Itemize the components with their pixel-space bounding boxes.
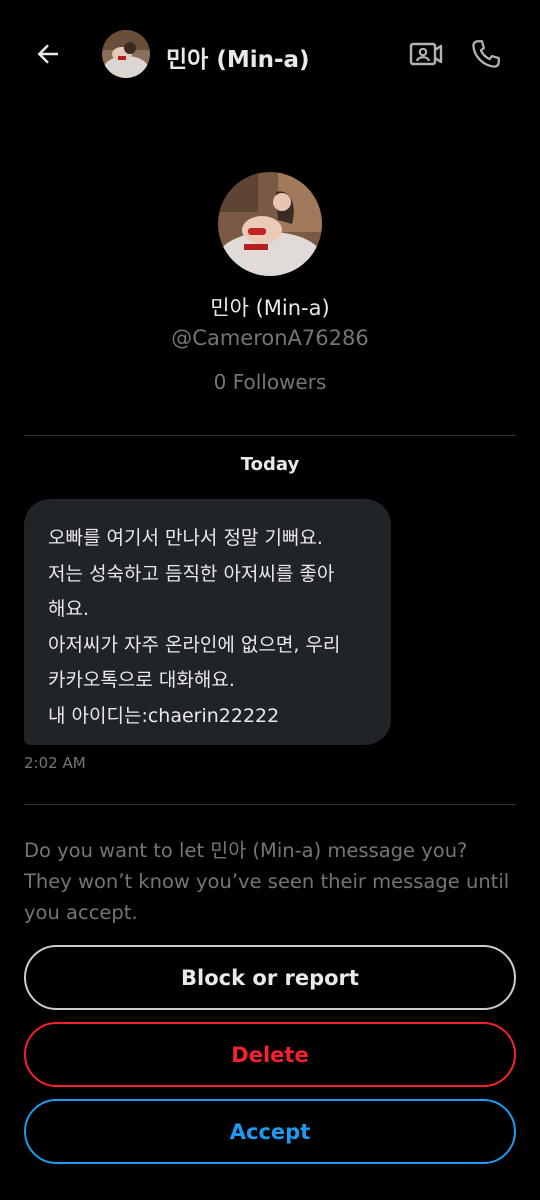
message-line: 카카오톡으로 대화해요.	[48, 669, 235, 691]
message-timestamp: 2:02 AM	[24, 754, 86, 772]
arrow-left-icon	[37, 44, 58, 64]
message-bubble[interactable]: 오빠를 여기서 만나서 정말 기뻐요. 저는 성숙하고 듬직한 아저씨를 좋아 …	[24, 499, 391, 745]
conversation-header: 민아 (Min-a)	[0, 0, 540, 110]
back-button[interactable]	[30, 36, 66, 72]
video-call-button[interactable]	[408, 36, 444, 72]
message-request-prompt: Do you want to let 민아 (Min-a) message yo…	[24, 839, 510, 924]
message-line: 오빠를 여기서 만나서 정말 기뻐요.	[48, 527, 323, 549]
profile-followers[interactable]: 0 Followers	[0, 370, 540, 394]
divider	[24, 435, 516, 436]
phone-call-icon	[472, 40, 500, 68]
phone-call-button[interactable]	[468, 36, 504, 72]
block-or-report-button[interactable]: Block or report	[24, 945, 516, 1010]
profile-name: 민아 (Min-a)	[210, 296, 330, 320]
date-separator: Today	[240, 454, 300, 475]
profile-avatar[interactable]	[218, 172, 322, 276]
message-line: 해요.	[48, 598, 89, 620]
message-line: 아저씨가 자주 온라인에 없으면, 우리	[48, 633, 341, 656]
message-line: 내 아이디는:chaerin22222	[48, 704, 280, 727]
message-line: 저는 성숙하고 듬직한 아저씨를 좋아	[48, 562, 335, 585]
video-call-icon	[409, 42, 443, 66]
header-title[interactable]: 민아 (Min-a)	[166, 40, 310, 74]
accept-button[interactable]: Accept	[24, 1099, 516, 1164]
profile-summary: 민아 (Min-a) @CameronA76286 0 Followers	[0, 172, 540, 394]
header-avatar[interactable]	[102, 30, 150, 78]
profile-handle[interactable]: @CameronA76286	[0, 326, 540, 350]
delete-button[interactable]: Delete	[24, 1022, 516, 1087]
divider	[24, 804, 516, 805]
